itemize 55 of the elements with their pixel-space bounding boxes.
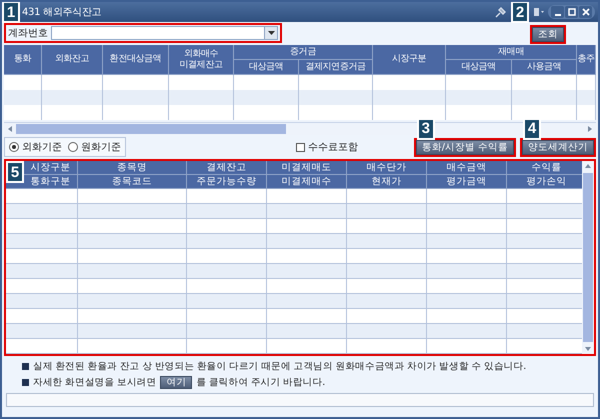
column-header: 시장구분 <box>373 45 446 75</box>
maximize-button[interactable] <box>565 6 578 18</box>
column-group-header: 재매매 <box>446 45 577 60</box>
help-button[interactable]: 여기 <box>160 376 192 389</box>
column-header: 결제잔고 <box>187 161 267 175</box>
bullet-icon <box>22 363 29 370</box>
column-header: 종목코드 <box>78 175 187 189</box>
bullet-icon <box>22 379 29 386</box>
callout-badge: 4 <box>523 118 541 140</box>
layout-icon[interactable] <box>533 6 545 18</box>
column-header: 외화잔고 <box>42 45 103 75</box>
horizontal-scrollbar[interactable] <box>4 122 596 135</box>
callout-badge: 3 <box>416 118 435 140</box>
query-button[interactable]: 조회 <box>532 27 564 42</box>
close-icon <box>582 8 590 16</box>
pin-icon[interactable] <box>495 6 507 18</box>
column-header: 매수금액 <box>427 161 507 175</box>
column-header: 통화 <box>4 45 42 75</box>
column-header: 매수단가 <box>347 161 427 175</box>
table-cell <box>6 339 78 354</box>
callout-badge: 5 <box>6 161 24 183</box>
radio-option[interactable]: 원화기준 <box>68 140 121 154</box>
scrollbar-thumb[interactable] <box>583 173 593 342</box>
column-header: 종목명 <box>78 161 187 175</box>
column-header: 외화매수 미결제잔고 <box>169 45 234 75</box>
vertical-scrollbar[interactable] <box>582 161 594 354</box>
column-header: 대상금액 <box>234 60 299 75</box>
callout-badge: 1 <box>2 2 20 23</box>
column-header: 미결제매수 <box>267 175 347 189</box>
column-header: 환전대상금액 <box>103 45 169 75</box>
action-button[interactable]: 양도세계산기 <box>522 140 594 154</box>
maximize-icon <box>568 8 576 16</box>
minimize-button[interactable] <box>551 6 564 18</box>
column-header: 사용금액 <box>512 60 577 75</box>
close-button[interactable] <box>579 6 592 18</box>
column-header: 결제지연증거금 <box>299 60 373 75</box>
scrollbar-thumb[interactable] <box>16 124 286 134</box>
column-header: 대상금액 <box>446 60 512 75</box>
radio-option[interactable]: 외화기준 <box>9 140 62 154</box>
note-text: 를 클릭하여 주시기 바랍니다. <box>196 376 326 389</box>
column-header: 수익률 <box>507 161 582 175</box>
callout-badge: 2 <box>511 2 529 23</box>
column-header: 미결제매도 <box>267 161 347 175</box>
column-header: 평가금액 <box>427 175 507 189</box>
note-text: 자세한 화면설명을 보시려면 <box>33 376 156 389</box>
note-text: 실제 환전된 환율과 잔고 상 반영되는 환율이 다르기 때문에 고객님의 원화매수금액과 차이가 발생할 수 있습니다. <box>33 360 526 373</box>
column-header: 현재가 <box>347 175 427 189</box>
column-header: 평가손익 <box>507 175 582 189</box>
column-header: 총주 <box>577 45 596 75</box>
action-button[interactable]: 통화/시장별 수익률 <box>416 140 514 154</box>
column-header: 주문가능수량 <box>187 175 267 189</box>
window-title: 431 해외주식잔고 <box>22 6 102 19</box>
account-label: 계좌번호 <box>8 27 48 40</box>
checkbox[interactable]: 수수료포함 <box>296 140 358 154</box>
column-group-header: 증거금 <box>234 45 373 60</box>
